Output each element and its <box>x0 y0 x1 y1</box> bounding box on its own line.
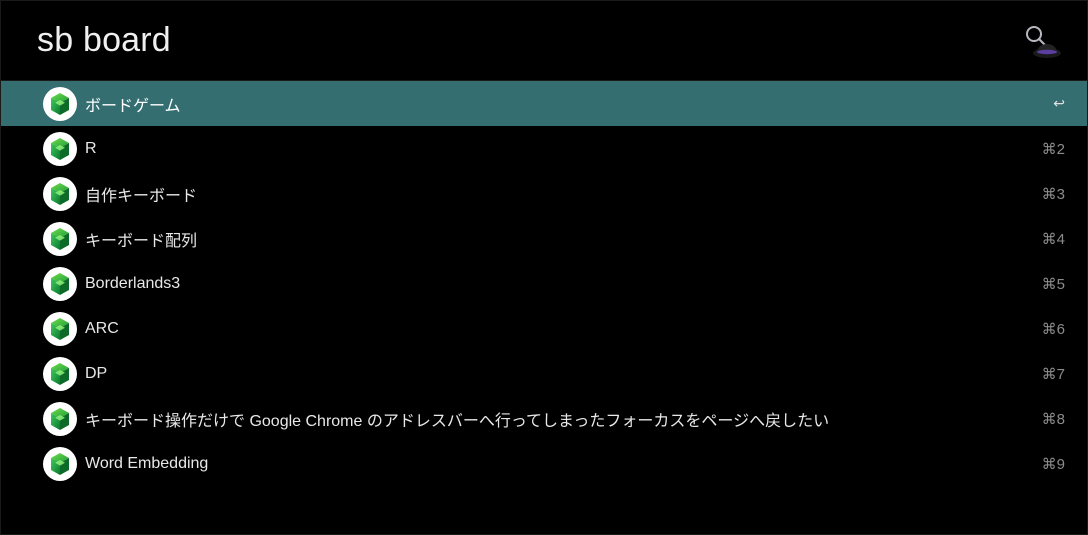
result-label: R <box>85 140 1030 158</box>
alfred-window: ボードゲーム ↩ R ⌘2 自作キーボード ⌘3 <box>0 0 1088 535</box>
result-item[interactable]: キーボード操作だけで Google Chrome のアドレスバーへ行ってしまった… <box>1 396 1087 441</box>
search-input[interactable] <box>37 21 1007 60</box>
result-item[interactable]: R ⌘2 <box>1 126 1087 171</box>
result-item[interactable]: DP ⌘7 <box>1 351 1087 396</box>
shortcut-hint: ⌘6 <box>1042 320 1065 338</box>
scrapbox-icon <box>43 402 77 436</box>
result-label: 自作キーボード <box>85 182 1030 206</box>
search-bar <box>1 1 1087 81</box>
result-label: キーボード操作だけで Google Chrome のアドレスバーへ行ってしまった… <box>85 407 1030 431</box>
result-label: Borderlands3 <box>85 275 1030 293</box>
scrapbox-icon <box>43 447 77 481</box>
enter-key-hint: ↩ <box>1053 95 1065 112</box>
result-item[interactable]: Word Embedding ⌘9 <box>1 441 1087 486</box>
scrapbox-icon <box>43 312 77 346</box>
result-label: DP <box>85 365 1030 383</box>
result-item[interactable]: ボードゲーム ↩ <box>1 81 1087 126</box>
result-item[interactable]: 自作キーボード ⌘3 <box>1 171 1087 216</box>
scrapbox-icon <box>43 222 77 256</box>
shortcut-hint: ⌘8 <box>1042 410 1065 428</box>
result-label: キーボード配列 <box>85 227 1030 251</box>
shortcut-hint: ⌘4 <box>1042 230 1065 248</box>
result-label: Word Embedding <box>85 455 1030 473</box>
shortcut-hint: ⌘3 <box>1042 185 1065 203</box>
scrapbox-icon <box>43 267 77 301</box>
result-item[interactable]: キーボード配列 ⌘4 <box>1 216 1087 261</box>
results-list: ボードゲーム ↩ R ⌘2 自作キーボード ⌘3 <box>1 81 1087 486</box>
result-label: ARC <box>85 320 1030 338</box>
shortcut-hint: ⌘9 <box>1042 455 1065 473</box>
shortcut-hint: ⌘5 <box>1042 275 1065 293</box>
shortcut-hint: ⌘7 <box>1042 365 1065 383</box>
scrapbox-icon <box>43 87 77 121</box>
result-item[interactable]: Borderlands3 ⌘5 <box>1 261 1087 306</box>
scrapbox-icon <box>43 177 77 211</box>
scrapbox-icon <box>43 132 77 166</box>
result-item[interactable]: ARC ⌘6 <box>1 306 1087 351</box>
scrapbox-icon <box>43 357 77 391</box>
alfred-hat-icon <box>1019 19 1063 63</box>
result-label: ボードゲーム <box>85 92 1041 116</box>
shortcut-hint: ⌘2 <box>1042 140 1065 158</box>
